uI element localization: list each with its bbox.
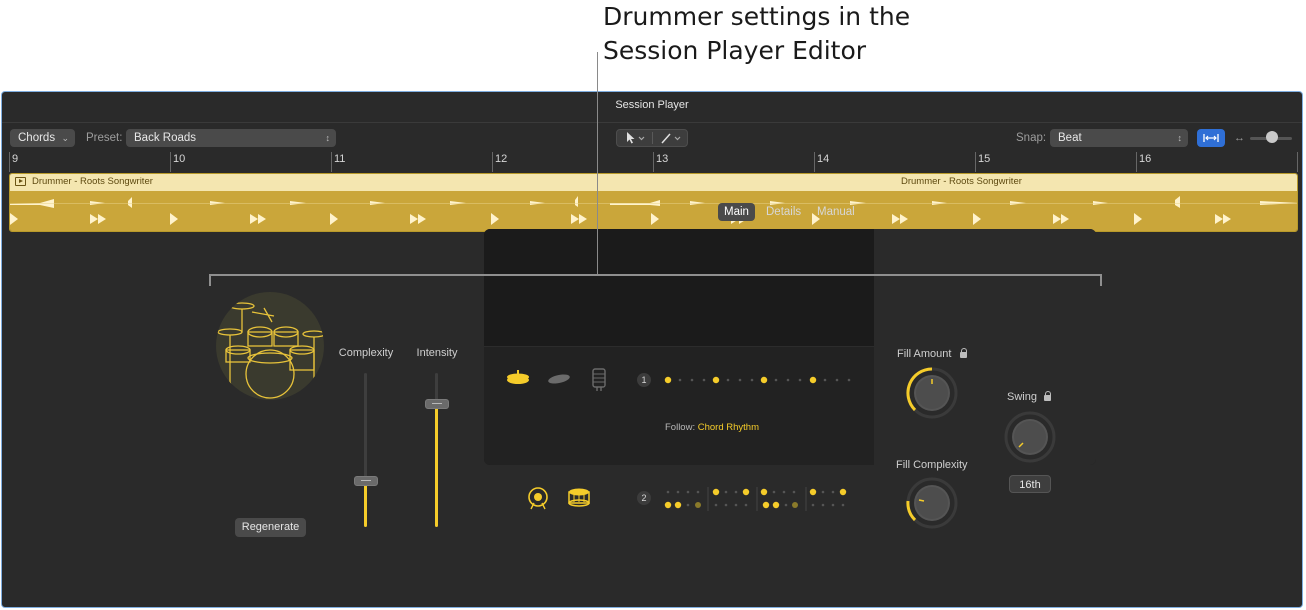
complexity-label: Complexity — [338, 347, 394, 359]
tab-main[interactable]: Main — [718, 203, 755, 221]
chords-popup-label: Chords — [18, 132, 56, 144]
drum-kit-icon — [217, 302, 324, 400]
region-play-icon — [15, 177, 26, 186]
zoom-slider-knob[interactable] — [1266, 131, 1278, 143]
bottom-lane-pattern[interactable] — [660, 485, 855, 513]
hi-hat-icon[interactable] — [505, 368, 531, 388]
cymbal-icon[interactable] — [546, 370, 572, 386]
complexity-slider-thumb[interactable] — [354, 476, 378, 486]
follow-label: Follow: — [665, 422, 696, 433]
ruler-tick — [1297, 152, 1298, 172]
fill-amount-knob[interactable] — [905, 366, 959, 420]
callout-caption: Drummer settings in the Session Player E… — [603, 0, 910, 68]
swing-knob[interactable] — [1003, 410, 1057, 464]
ruler-tick — [653, 152, 654, 172]
ruler-bar-number: 10 — [173, 153, 186, 165]
follow-value: Chord Rhythm — [697, 422, 759, 433]
ruler-bar-number: 14 — [817, 153, 830, 165]
cymbal-lane — [484, 229, 874, 347]
snap-icon — [1203, 134, 1219, 142]
callout-line-2: Session Player Editor — [603, 36, 867, 65]
snap-popup[interactable]: Beat ↕ — [1050, 129, 1188, 147]
ruler-bar-number: 13 — [656, 153, 669, 165]
ruler-tick — [331, 152, 332, 172]
region-header: Drummer - Roots Songwriter Drummer - Roo… — [10, 174, 1297, 191]
callout-line-1: Drummer settings in the — [603, 2, 911, 31]
fill-amount-label: Fill Amount — [897, 348, 952, 360]
swing-label: Swing — [1007, 391, 1037, 403]
lane-1-number: 1 — [637, 373, 651, 387]
lock-icon[interactable] — [960, 348, 967, 358]
pointer-icon — [627, 132, 645, 144]
snap-value: Beat — [1058, 132, 1082, 144]
toolbar-divider — [2, 122, 1302, 123]
ruler-tick — [975, 152, 976, 172]
callout-bracket — [209, 274, 1102, 286]
swing-resolution-button[interactable]: 16th — [1009, 475, 1051, 493]
shaker-icon[interactable] — [590, 366, 608, 392]
snap-label: Snap: — [1016, 132, 1047, 144]
kick-snare-lane — [484, 347, 874, 465]
drum-hits-pattern — [10, 196, 1297, 225]
ruler-bar-number: 16 — [1139, 153, 1152, 165]
chords-popup[interactable]: Chords ⌄ — [10, 129, 75, 147]
lock-icon[interactable] — [1044, 391, 1051, 401]
intensity-slider-thumb[interactable] — [425, 399, 449, 409]
regenerate-button[interactable]: Regenerate — [235, 518, 306, 537]
kick-drum-icon[interactable] — [527, 486, 549, 510]
fill-complexity-knob[interactable] — [905, 476, 959, 530]
region-name: Drummer - Roots Songwriter — [32, 176, 153, 187]
preset-label: Preset: — [86, 132, 123, 144]
fills-swing-pane — [874, 229, 1096, 465]
ruler-tick — [814, 152, 815, 172]
pencil-icon — [661, 133, 681, 144]
up-down-chevron-icon: ↕ — [325, 133, 331, 143]
drum-kit-image[interactable] — [216, 292, 324, 400]
complexity-slider-fill — [364, 481, 367, 527]
intensity-slider-fill — [435, 404, 438, 527]
ruler-bar-number: 11 — [334, 153, 346, 165]
intensity-label: Intensity — [416, 347, 458, 359]
tab-details[interactable]: Details — [760, 203, 807, 221]
top-lane-pattern[interactable] — [660, 374, 855, 386]
tab-manual[interactable]: Manual — [811, 203, 861, 221]
window-title: Session Player — [615, 99, 689, 111]
snap-to-grid-button[interactable] — [1197, 129, 1225, 147]
ruler-tick — [1136, 152, 1137, 172]
ruler-tick — [9, 152, 10, 172]
ruler-tick — [170, 152, 171, 172]
region-name: Drummer - Roots Songwriter — [901, 176, 1022, 187]
snare-drum-icon[interactable] — [567, 487, 591, 507]
chevron-down-icon: ⌄ — [61, 133, 69, 143]
callout-pointer — [597, 52, 598, 274]
ruler-tick — [492, 152, 493, 172]
up-down-chevron-icon: ↕ — [1177, 133, 1183, 143]
pencil-tool-menu[interactable] — [659, 130, 685, 146]
preset-value: Back Roads — [134, 132, 197, 144]
follow-setting[interactable]: Follow: Chord Rhythm — [665, 422, 759, 433]
lane-2-number: 2 — [637, 491, 651, 505]
preset-popup[interactable]: Back Roads ↕ — [126, 129, 336, 147]
horizontal-zoom-icon: ↔ — [1234, 132, 1245, 144]
ruler-bar-number: 12 — [495, 153, 508, 165]
ruler-bar-number: 9 — [12, 153, 19, 165]
tool-divider — [652, 132, 653, 144]
pointer-tool-menu[interactable] — [625, 130, 647, 146]
bar-ruler[interactable]: 9 10 11 12 13 14 15 16 — [2, 152, 1302, 172]
ruler-bar-number: 15 — [978, 153, 991, 165]
region-waveform — [10, 191, 1297, 231]
tool-menus — [616, 129, 688, 147]
fill-complexity-label: Fill Complexity — [896, 459, 968, 471]
drummer-region[interactable]: Drummer - Roots Songwriter Drummer - Roo… — [9, 173, 1298, 232]
